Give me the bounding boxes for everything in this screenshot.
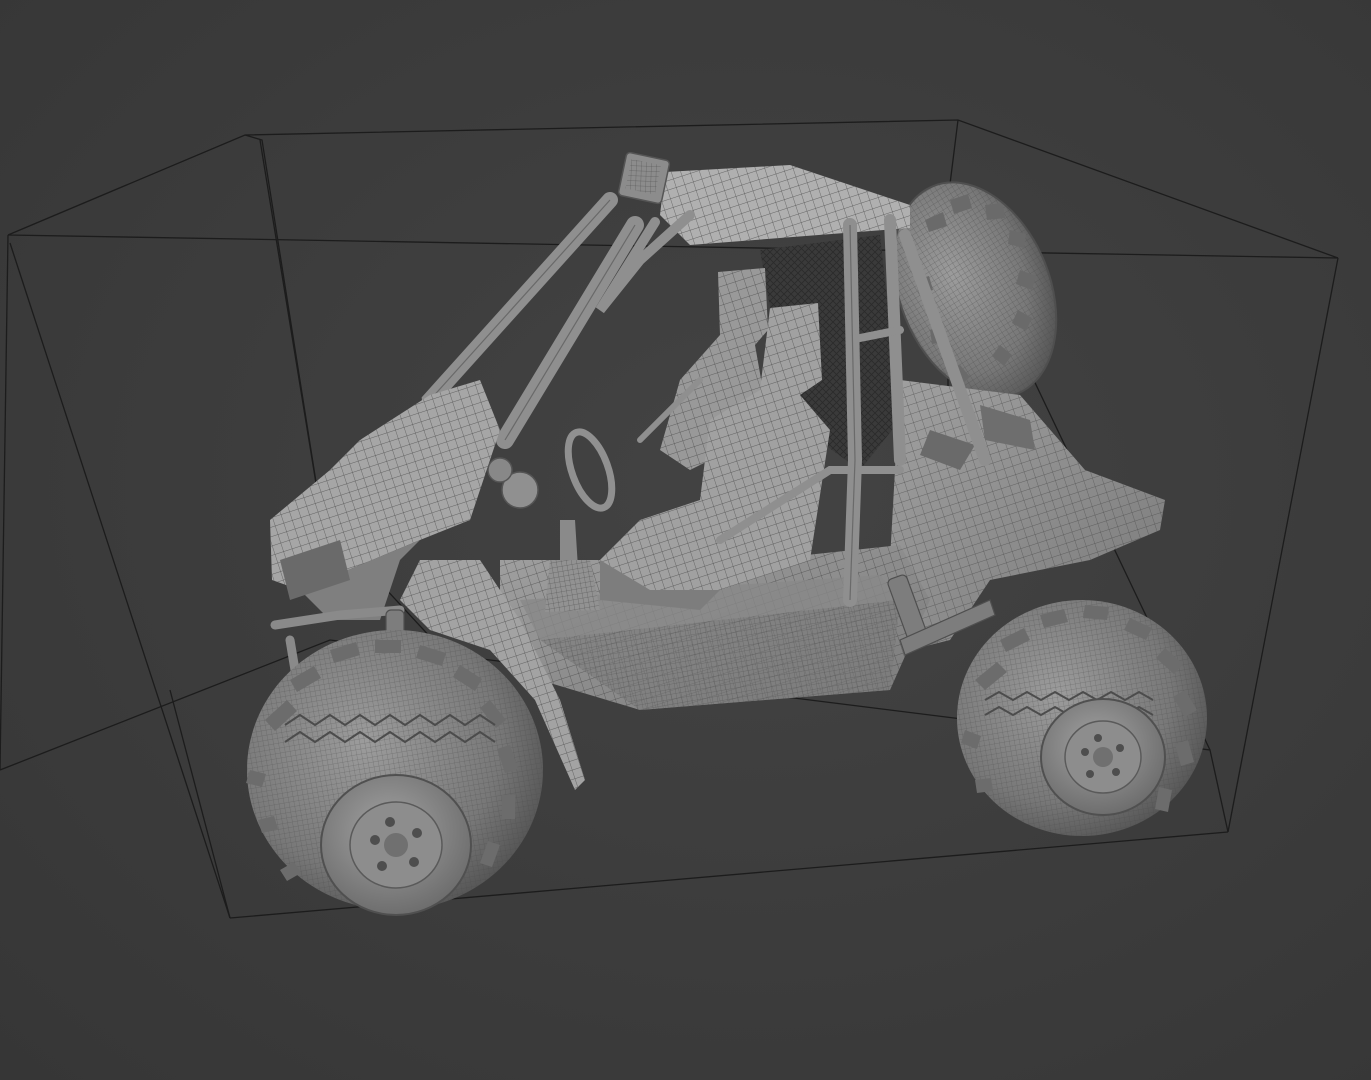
- rear-wheel: [957, 600, 1207, 836]
- seats: [600, 268, 830, 610]
- roof: [617, 151, 910, 245]
- front-wheel: [246, 630, 543, 916]
- front-hood: [270, 380, 539, 620]
- 3d-viewport[interactable]: [0, 0, 1371, 1080]
- scene-render: [0, 119, 1339, 919]
